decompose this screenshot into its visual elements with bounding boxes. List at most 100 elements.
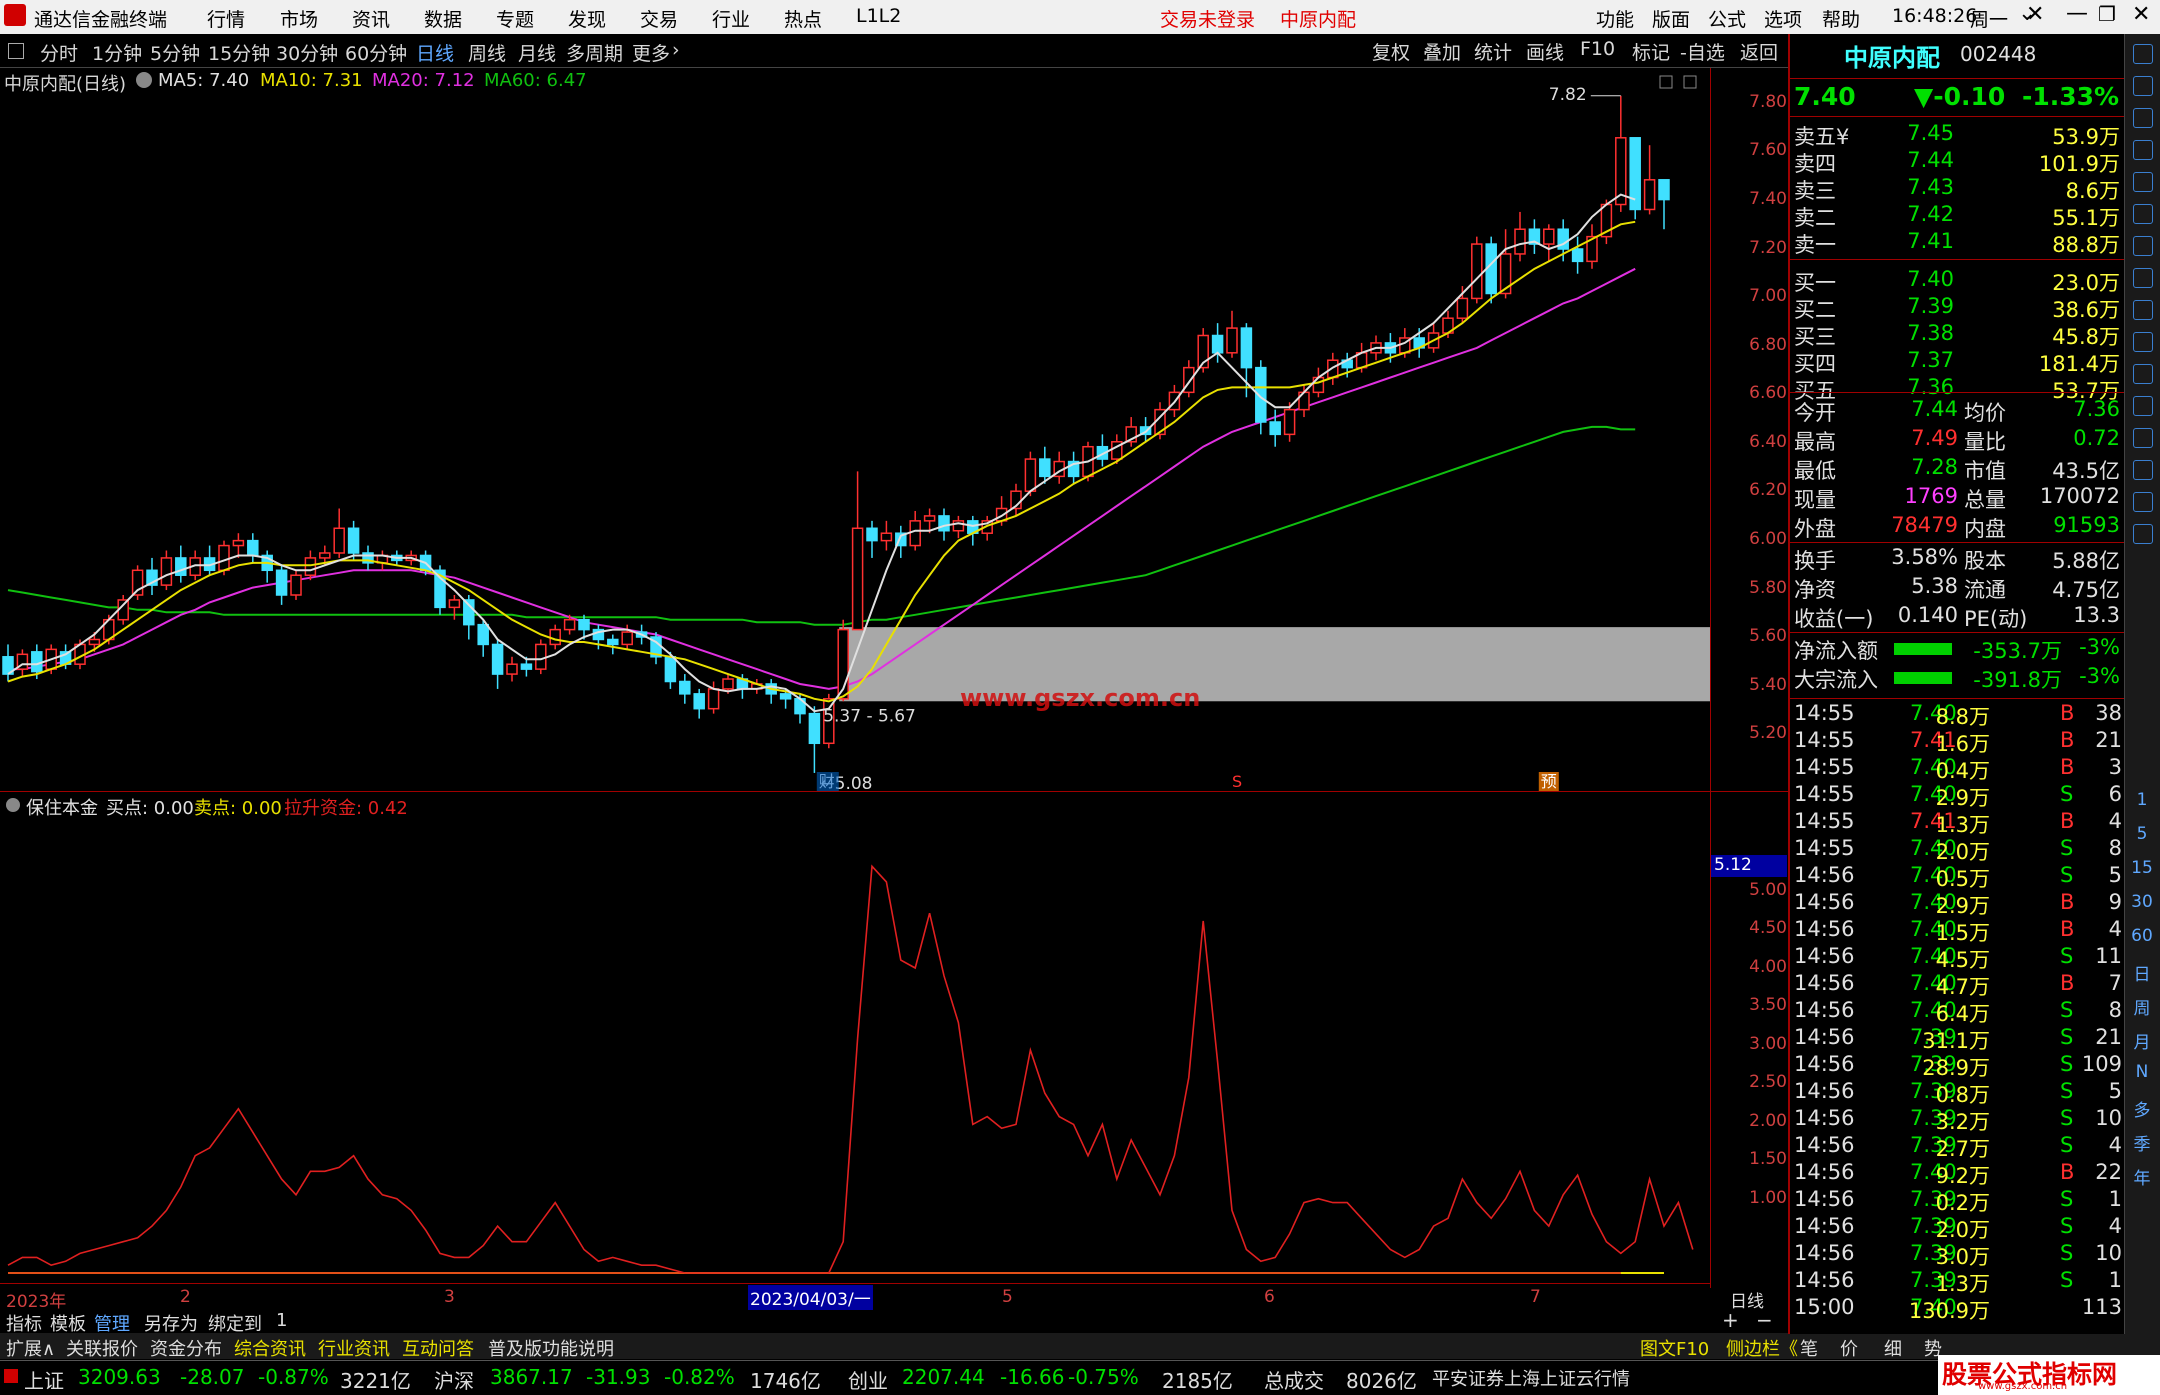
side-period-7[interactable]: 月 — [2125, 1028, 2159, 1053]
tool-biaoji[interactable]: 标记 — [1632, 38, 1670, 65]
menu-redian[interactable]: 热点 — [784, 5, 822, 32]
refresh-icon[interactable] — [2133, 108, 2153, 128]
close-icon[interactable]: ✕ — [2026, 2, 2044, 27]
pen-icon[interactable] — [2133, 524, 2153, 544]
zoom-in-icon[interactable]: + — [1722, 1308, 1739, 1332]
tab-guanlianbaojia[interactable]: 关联报价 — [66, 1335, 138, 1361]
tick-time: 14:56 — [1794, 1106, 1855, 1130]
tab-hudongwenda[interactable]: 互动问答 — [402, 1335, 474, 1361]
clock-icon[interactable] — [2133, 428, 2153, 448]
chevron-left-icon[interactable] — [2133, 44, 2153, 64]
f10-icon[interactable] — [2133, 300, 2153, 320]
side-period-9[interactable]: 多 — [2125, 1096, 2159, 1121]
period-more[interactable]: 更多 — [632, 39, 670, 66]
stat-value: 7.49 — [1911, 426, 1958, 450]
candlestick-chart[interactable]: 7.82←5.085.37 - 5.67财S预 — [0, 68, 1710, 793]
period-monthly[interactable]: 月线 — [518, 39, 556, 66]
tab-hangyezixun[interactable]: 行业资讯 — [318, 1335, 390, 1361]
doc-icon[interactable] — [2133, 332, 2153, 352]
menu-bangzhu[interactable]: 帮助 — [1822, 5, 1860, 32]
tab-pujiban[interactable]: 普及版功能说明 — [488, 1335, 614, 1361]
menu-gongneng[interactable]: 功能 — [1596, 5, 1634, 32]
menu-faxian[interactable]: 发现 — [568, 5, 606, 32]
total-value: 8026亿 — [1346, 1369, 1417, 1393]
side-period-10[interactable]: 季 — [2125, 1130, 2159, 1155]
indicator-chart[interactable] — [0, 795, 1710, 1283]
home-icon[interactable] — [2133, 76, 2153, 96]
tool-fuquan[interactable]: 复权 — [1372, 38, 1410, 65]
menu-xuanxiang[interactable]: 选项 — [1764, 5, 1802, 32]
side-period-4[interactable]: 60 — [2125, 926, 2159, 946]
tool-fanhui[interactable]: 返回 — [1740, 38, 1778, 65]
menu-banmian[interactable]: 版面 — [1652, 5, 1690, 32]
window-close-icon[interactable]: ✕ — [2132, 2, 2150, 27]
period-15min[interactable]: 15分钟 — [208, 39, 270, 66]
brand-url: www.gszx.com.cn — [1978, 1381, 2068, 1392]
quote-row: 14:56 7.40 1.5万 B 4 — [1790, 917, 2124, 945]
side-period-1[interactable]: 5 — [2125, 824, 2159, 844]
grid-icon[interactable] — [2133, 172, 2153, 192]
tool-zixuan[interactable]: -自选 — [1680, 38, 1725, 65]
menu-shichang[interactable]: 市场 — [280, 5, 318, 32]
side-period-11[interactable]: 年 — [2125, 1164, 2159, 1189]
tab-kuozhan[interactable]: 扩展∧ — [6, 1335, 55, 1361]
tab-cebianlan[interactable]: 侧边栏《 — [1726, 1335, 1798, 1361]
xlabel: 3 — [444, 1287, 455, 1307]
candle-icon[interactable] — [2133, 236, 2153, 256]
period-5min[interactable]: 5分钟 — [150, 39, 200, 66]
menu-gongshi[interactable]: 公式 — [1708, 5, 1746, 32]
tick-count: 4 — [2108, 917, 2122, 941]
chevron-right-icon[interactable]: › — [672, 39, 680, 61]
tab-1[interactable]: 1 — [276, 1310, 287, 1331]
tab-xi[interactable]: 细 — [1884, 1335, 1902, 1361]
index-name[interactable]: 沪深 — [434, 1365, 474, 1394]
side-period-8[interactable]: N — [2125, 1062, 2159, 1082]
side-period-0[interactable]: 1 — [2125, 790, 2159, 810]
menu-hangye[interactable]: 行业 — [712, 5, 750, 32]
tool-diejia[interactable]: 叠加 — [1423, 38, 1461, 65]
index-price: 3209.63 — [78, 1365, 161, 1389]
zoom-out-icon[interactable]: − — [1756, 1308, 1773, 1332]
panel-toggle-icon[interactable] — [8, 43, 24, 59]
calc-icon[interactable] — [2133, 364, 2153, 384]
tab-zijinfenbu[interactable]: 资金分布 — [150, 1335, 222, 1361]
menu-hangqing[interactable]: 行情 — [207, 5, 245, 32]
side-period-5[interactable]: 日 — [2125, 960, 2159, 985]
index-name[interactable]: 上证 — [24, 1365, 64, 1394]
quote-code: 002448 — [1960, 42, 2037, 66]
tool-tongji[interactable]: 统计 — [1474, 38, 1512, 65]
period-multi[interactable]: 多周期 — [566, 39, 623, 66]
list-icon[interactable] — [2133, 140, 2153, 160]
tool-f10[interactable]: F10 — [1580, 38, 1615, 60]
tool-huaxian[interactable]: 画线 — [1526, 38, 1564, 65]
menu-l1l2[interactable]: L1L2 — [856, 5, 901, 27]
period-daily[interactable]: 日线 — [416, 39, 454, 66]
side-period-6[interactable]: 周 — [2125, 994, 2159, 1019]
tab-tuwenf10[interactable]: 图文F10 — [1640, 1335, 1709, 1361]
menu-shuju[interactable]: 数据 — [424, 5, 462, 32]
rsi-icon[interactable] — [2133, 460, 2153, 480]
tick-count: 5 — [2108, 1079, 2122, 1103]
menu-zixun[interactable]: 资讯 — [352, 5, 390, 32]
period-60min[interactable]: 60分钟 — [345, 39, 407, 66]
fs-icon[interactable] — [2133, 396, 2153, 416]
period-fenshi[interactable]: 分时 — [40, 39, 78, 66]
period-weekly[interactable]: 周线 — [468, 39, 506, 66]
period-30min[interactable]: 30分钟 — [276, 39, 338, 66]
restore-icon[interactable]: ❐ — [2098, 2, 2116, 26]
tab-jia[interactable]: 价 — [1840, 1335, 1858, 1361]
side-period-3[interactable]: 30 — [2125, 892, 2159, 912]
index-name[interactable]: 创业 — [848, 1365, 888, 1394]
chart-icon[interactable] — [2133, 204, 2153, 224]
menu-zhuanti[interactable]: 专题 — [496, 5, 534, 32]
move-icon[interactable] — [2133, 492, 2153, 512]
tick-list[interactable]: 14:55 7.40 8.8万 B 38 14:55 7.41 1.6万 B 21 14:55 7.4… — [1790, 698, 2124, 1334]
login-status[interactable]: 交易未登录 — [1160, 5, 1255, 32]
period-1min[interactable]: 1分钟 — [92, 39, 142, 66]
tab-zonghezixun[interactable]: 综合资讯 — [234, 1335, 306, 1361]
side-period-2[interactable]: 15 — [2125, 858, 2159, 878]
table-icon[interactable] — [2133, 268, 2153, 288]
menu-jiaoyi[interactable]: 交易 — [640, 5, 678, 32]
tab-bi[interactable]: 笔 — [1800, 1335, 1818, 1361]
minimize-icon[interactable]: — — [2066, 1, 2088, 26]
